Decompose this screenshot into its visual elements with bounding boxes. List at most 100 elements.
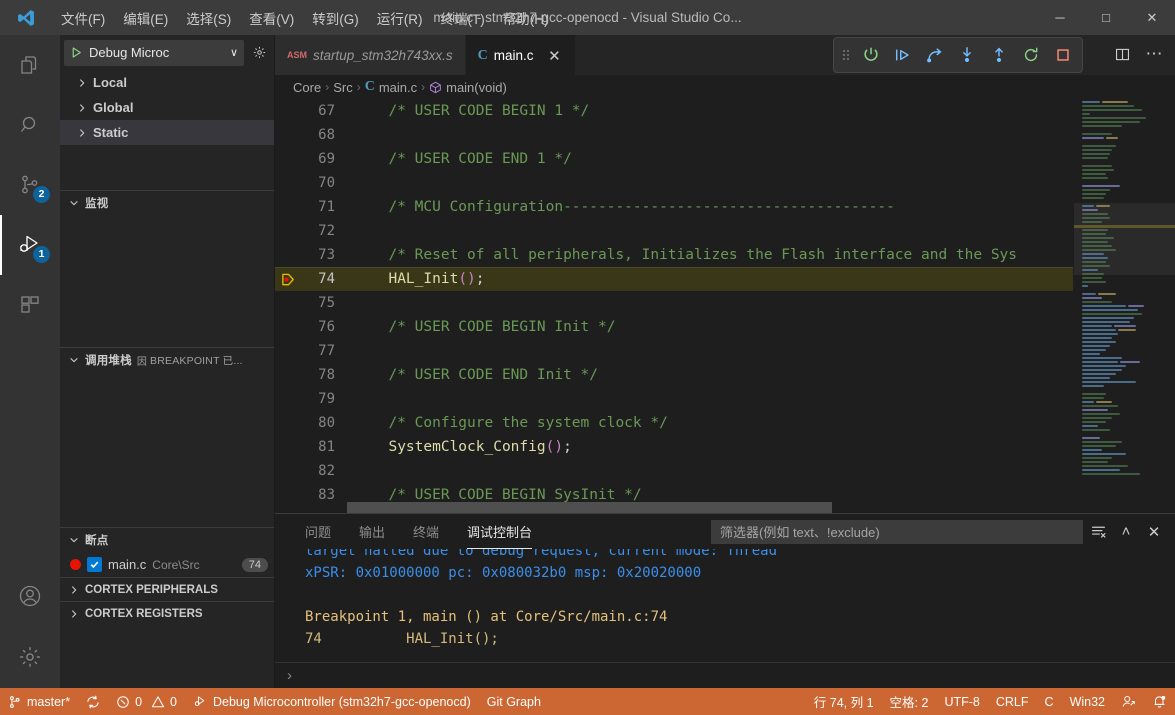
activity-account[interactable] bbox=[0, 566, 60, 626]
close-panel-icon[interactable]: ✕ bbox=[1141, 519, 1167, 545]
minimap-segment bbox=[1098, 293, 1116, 295]
step-into-button[interactable] bbox=[920, 40, 950, 70]
debug-settings-gear-icon[interactable] bbox=[248, 45, 270, 60]
tab-close-icon[interactable]: ✕ bbox=[545, 47, 563, 65]
activity-source-control[interactable]: 2 bbox=[0, 155, 60, 215]
status-sync[interactable] bbox=[78, 688, 108, 715]
activity-settings[interactable] bbox=[0, 626, 60, 688]
code-line[interactable]: 68 bbox=[275, 123, 1073, 147]
minimap-segment bbox=[1082, 101, 1100, 103]
split-editor-icon[interactable] bbox=[1107, 39, 1137, 69]
code-viewport[interactable]: 67 /* USER CODE BEGIN 1 */ 68 69 /* USER C… bbox=[275, 99, 1073, 513]
minimap-slider[interactable] bbox=[1074, 203, 1175, 275]
console-filter-input[interactable]: 筛选器(例如 text、!exclude) bbox=[711, 519, 1083, 544]
minimap-segment bbox=[1082, 429, 1110, 431]
activity-run-debug[interactable]: 1 bbox=[0, 215, 60, 275]
tab-terminal[interactable]: 终端 bbox=[403, 514, 449, 549]
callstack-pane-header[interactable]: 调用堆栈 因 BREAKPOINT 已... bbox=[60, 348, 274, 372]
status-problems[interactable]: 0 0 bbox=[108, 688, 185, 715]
code-line[interactable]: 74 HAL_Init(); bbox=[275, 267, 1073, 291]
variables-scope-local[interactable]: Local bbox=[60, 70, 274, 95]
tab-problems[interactable]: 问题 bbox=[295, 514, 341, 549]
tab-main-c[interactable]: C main.c ✕ bbox=[465, 35, 577, 75]
restart-button[interactable] bbox=[1016, 40, 1046, 70]
menu-edit[interactable]: 编辑(E) bbox=[114, 0, 177, 35]
debug-console-input[interactable]: › bbox=[275, 662, 1175, 688]
variables-scope-static[interactable]: Static bbox=[60, 120, 274, 145]
menu-file[interactable]: 文件(F) bbox=[52, 0, 114, 35]
menu-go[interactable]: 转到(G) bbox=[303, 0, 368, 35]
editor-horizontal-scrollbar[interactable] bbox=[347, 502, 969, 513]
code-line[interactable]: 79 bbox=[275, 387, 1073, 411]
code-editor[interactable]: 67 /* USER CODE BEGIN 1 */ 68 69 /* USER C… bbox=[275, 99, 1175, 513]
status-notifications[interactable] bbox=[1144, 688, 1175, 715]
debug-console-output[interactable]: target halted due to debug request, curr… bbox=[275, 549, 1175, 662]
close-button[interactable]: ✕ bbox=[1129, 0, 1175, 35]
code-line[interactable]: 76 /* USER CODE BEGIN Init */ bbox=[275, 315, 1073, 339]
step-over-down-button[interactable] bbox=[952, 40, 982, 70]
menu-view[interactable]: 查看(V) bbox=[240, 0, 303, 35]
continue-button[interactable] bbox=[856, 40, 886, 70]
status-indentation[interactable]: 空格: 2 bbox=[882, 688, 937, 715]
breadcrumb-src[interactable]: Src bbox=[333, 80, 353, 95]
status-encoding[interactable]: UTF-8 bbox=[936, 688, 987, 715]
variables-scope-global[interactable]: Global bbox=[60, 95, 274, 120]
status-git-graph[interactable]: Git Graph bbox=[479, 688, 549, 715]
launch-config-dropdown[interactable]: Debug Microc ∨ bbox=[64, 39, 244, 66]
breakpoint-checkbox[interactable] bbox=[87, 557, 102, 572]
breadcrumb-core[interactable]: Core bbox=[293, 80, 321, 95]
minimap-line bbox=[1082, 149, 1169, 152]
debug-stack-frame-icon[interactable] bbox=[275, 272, 301, 287]
scrollbar-thumb[interactable] bbox=[347, 502, 833, 513]
clear-console-icon[interactable] bbox=[1085, 519, 1111, 545]
code-line[interactable]: 69 /* USER CODE END 1 */ bbox=[275, 147, 1073, 171]
code-line[interactable]: 75 bbox=[275, 291, 1073, 315]
code-line[interactable]: 80 /* Configure the system clock */ bbox=[275, 411, 1073, 435]
watch-pane-header[interactable]: 监视 bbox=[60, 191, 274, 215]
stop-button[interactable] bbox=[1048, 40, 1078, 70]
menu-terminal[interactable]: 终端(T) bbox=[432, 0, 494, 35]
step-out-button[interactable] bbox=[984, 40, 1014, 70]
minimize-button[interactable]: ─ bbox=[1037, 0, 1083, 35]
code-line[interactable]: 67 /* USER CODE BEGIN 1 */ bbox=[275, 99, 1073, 123]
menu-selection[interactable]: 选择(S) bbox=[177, 0, 240, 35]
collapse-panel-icon[interactable]: ˄ bbox=[1113, 519, 1139, 545]
breakpoint-item[interactable]: main.c Core\Src 74 bbox=[60, 552, 274, 577]
section-cortex-peripherals[interactable]: CORTEX PERIPHERALS bbox=[60, 577, 274, 601]
code-line[interactable]: 71 /* MCU Configuration-----------------… bbox=[275, 195, 1073, 219]
breadcrumb-symbol[interactable]: main(void) bbox=[446, 80, 507, 95]
menu-run[interactable]: 运行(R) bbox=[368, 0, 432, 35]
menu-help[interactable]: 帮助(H) bbox=[494, 0, 558, 35]
asm-file-icon: ASM bbox=[287, 50, 307, 60]
code-line[interactable]: 78 /* USER CODE END Init */ bbox=[275, 363, 1073, 387]
more-actions-icon[interactable]: ⋯ bbox=[1139, 39, 1169, 69]
tab-debug-console[interactable]: 调试控制台 bbox=[457, 514, 542, 549]
activity-explorer[interactable] bbox=[0, 35, 60, 95]
tab-startup-asm[interactable]: ASM startup_stm32h743xx.s bbox=[275, 35, 466, 75]
step-over-button[interactable] bbox=[888, 40, 918, 70]
minimap[interactable] bbox=[1073, 99, 1175, 513]
minimap-segment bbox=[1082, 277, 1102, 279]
status-debug-session[interactable]: Debug Microcontroller (stm32h7-gcc-openo… bbox=[185, 688, 479, 715]
status-cursor-position[interactable]: 行 74, 列 1 bbox=[806, 688, 882, 715]
line-number: 83 bbox=[318, 487, 335, 503]
status-language-mode[interactable]: C bbox=[1037, 688, 1062, 715]
maximize-button[interactable]: □ bbox=[1083, 0, 1129, 35]
code-line[interactable]: 73 /* Reset of all peripherals, Initiali… bbox=[275, 243, 1073, 267]
section-cortex-registers[interactable]: CORTEX REGISTERS bbox=[60, 601, 274, 625]
code-line[interactable]: 70 bbox=[275, 171, 1073, 195]
breadcrumb-file[interactable]: main.c bbox=[379, 80, 417, 95]
status-branch[interactable]: master* bbox=[0, 688, 78, 715]
code-line[interactable]: 81 SystemClock_Config(); bbox=[275, 435, 1073, 459]
code-line[interactable]: 82 bbox=[275, 459, 1073, 483]
status-feedback[interactable] bbox=[1113, 688, 1144, 715]
activity-extensions[interactable] bbox=[0, 275, 60, 335]
debug-toolbar-grip[interactable] bbox=[838, 47, 854, 63]
activity-search[interactable] bbox=[0, 95, 60, 155]
code-line[interactable]: 77 bbox=[275, 339, 1073, 363]
breakpoints-pane-header[interactable]: 断点 bbox=[60, 528, 274, 552]
status-eol[interactable]: CRLF bbox=[988, 688, 1037, 715]
code-line[interactable]: 72 bbox=[275, 219, 1073, 243]
status-platform[interactable]: Win32 bbox=[1062, 688, 1113, 715]
tab-output[interactable]: 输出 bbox=[349, 514, 395, 549]
